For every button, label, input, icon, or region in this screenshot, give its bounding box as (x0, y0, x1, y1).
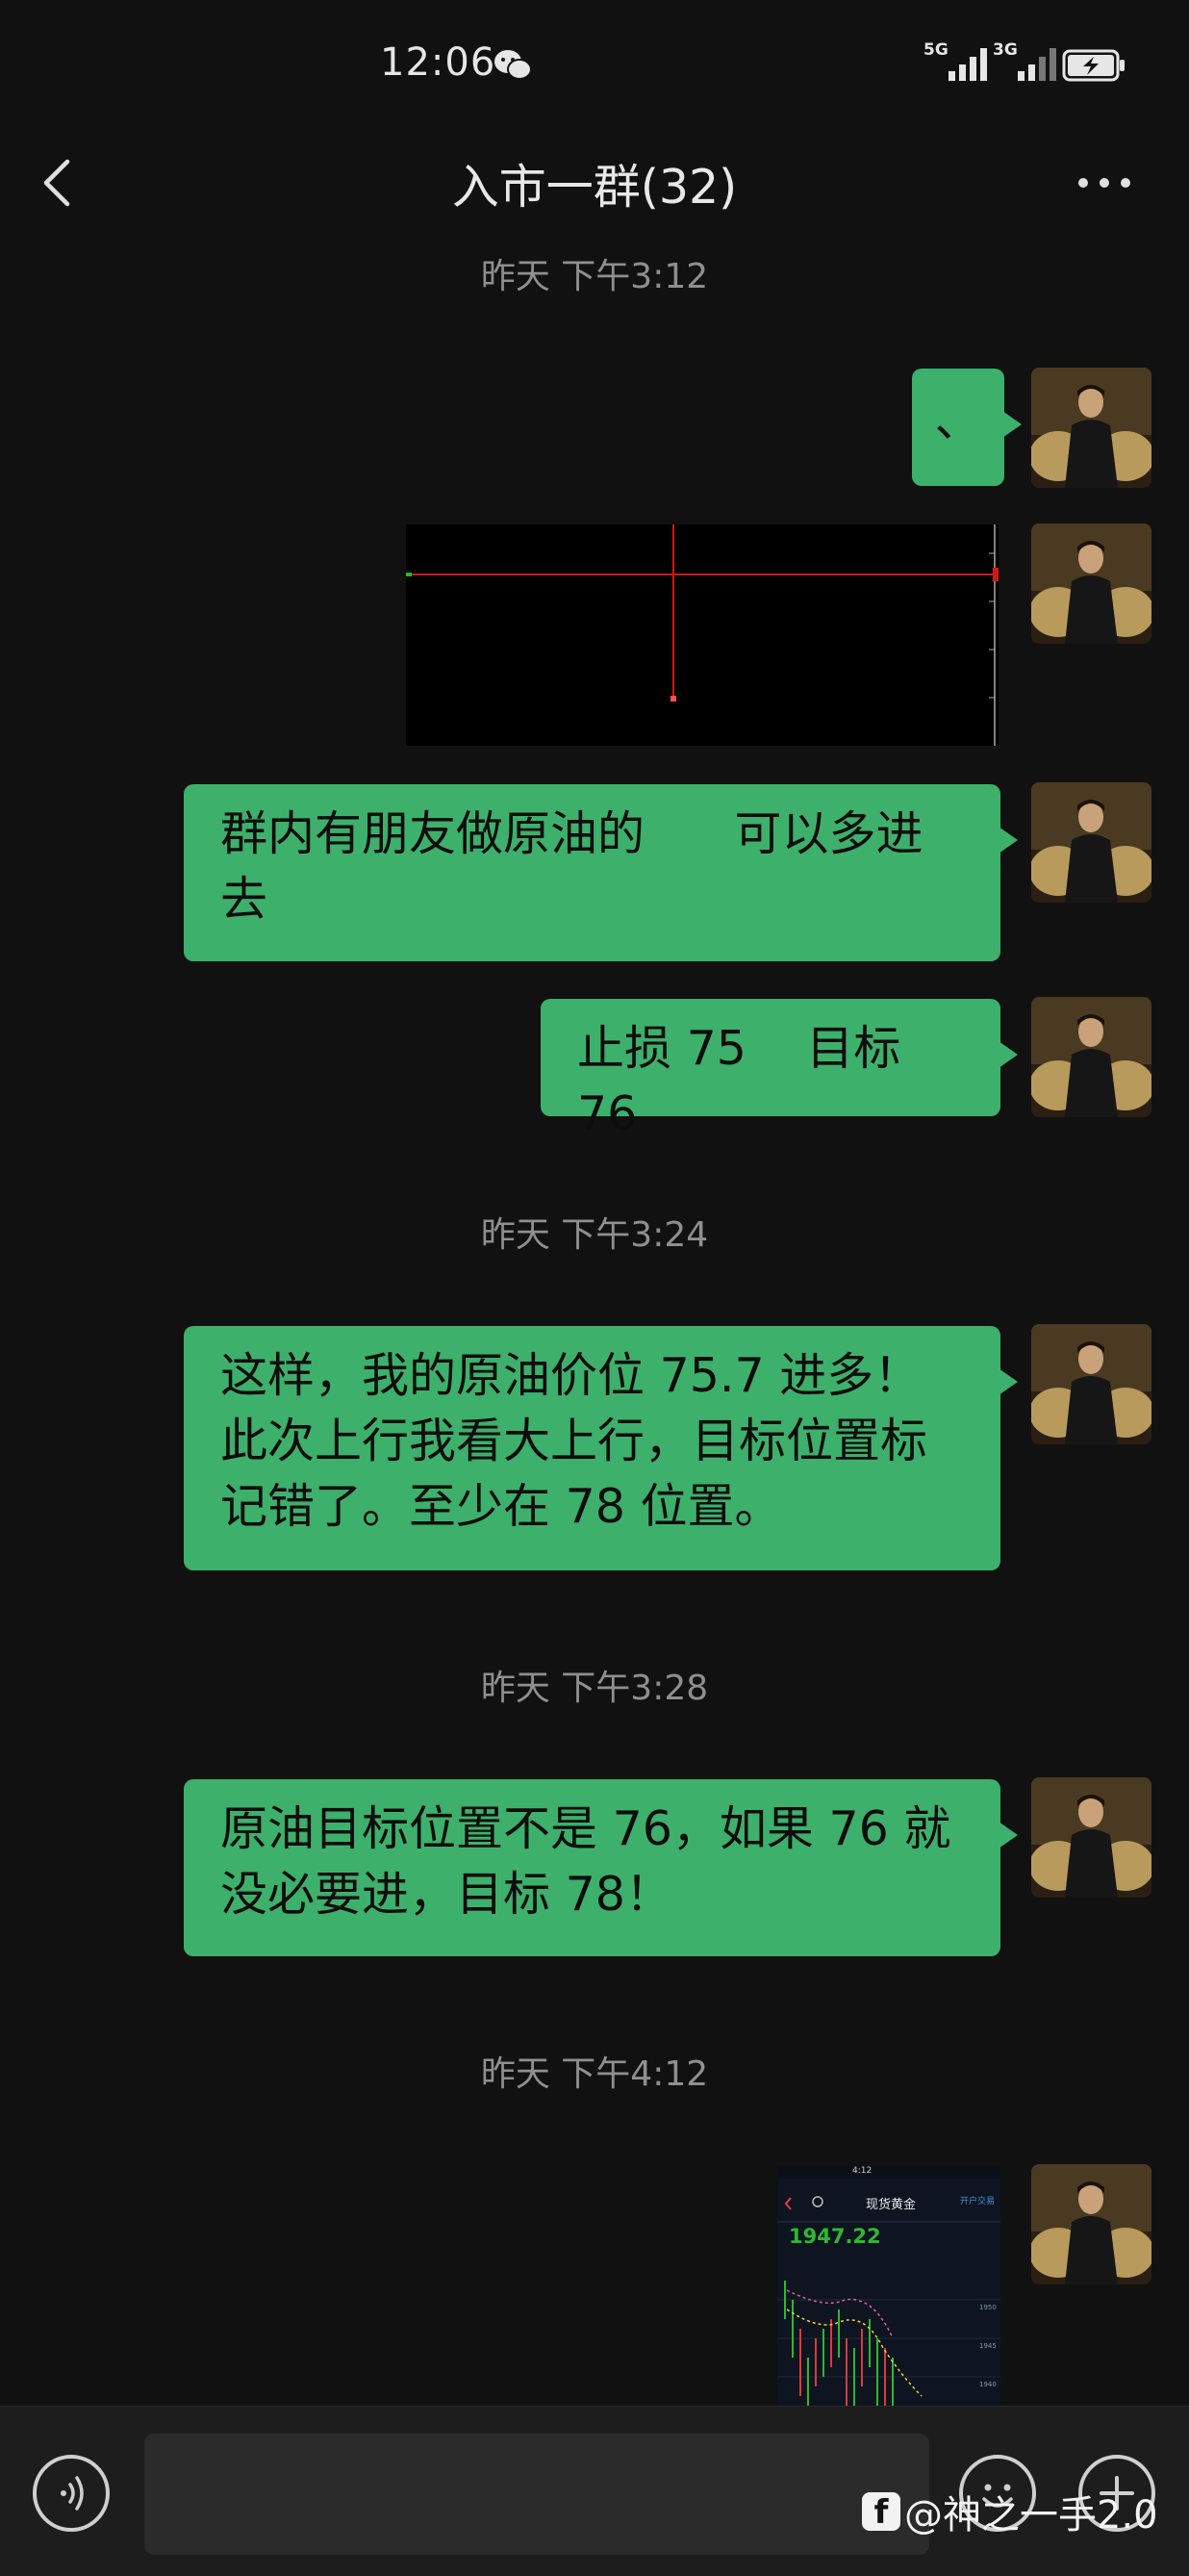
message-input[interactable] (144, 2434, 929, 2555)
watermark-text: @神之一手2.0 (904, 2493, 1158, 2538)
message-bubble[interactable]: 止损 75 目标 76 (541, 999, 1018, 1141)
signal-bars-icon (949, 48, 987, 81)
thumbnail-price: 1947.22 (789, 2225, 881, 2248)
avatar-image (1031, 2164, 1151, 2284)
avatar[interactable] (1031, 1324, 1151, 1444)
thumbnail-title: 现货黄金 (866, 2198, 917, 2212)
avatar-image (1031, 368, 1151, 488)
status-time: 12:06 (380, 40, 496, 85)
wechat-status-icon (494, 50, 532, 80)
chat-header: 入市一群(32) (0, 130, 1189, 236)
avatar[interactable] (1031, 997, 1151, 1117)
signal-bars-icon (1018, 48, 1056, 81)
avatar[interactable] (1031, 782, 1151, 903)
image-message-chart[interactable] (406, 524, 999, 746)
voice-icon (61, 2476, 84, 2511)
message-timestamp: 昨天 下午3:24 (480, 1215, 709, 1255)
svg-text:1945: 1945 (979, 2342, 997, 2350)
thumbnail-button: 开户交易 (960, 2197, 996, 2206)
avatar-image (1031, 1324, 1151, 1444)
avatar[interactable] (1031, 368, 1151, 488)
message-timestamp: 昨天 下午3:28 (480, 1669, 709, 1708)
svg-text:1940: 1940 (979, 2381, 997, 2388)
avatar[interactable] (1031, 2164, 1151, 2284)
message-timestamp: 昨天 下午4:12 (480, 2054, 709, 2094)
more-options-icon[interactable] (1074, 164, 1135, 202)
thumbnail-time: 4:12 (852, 2166, 873, 2176)
avatar-image (1031, 782, 1151, 903)
message-bubble[interactable]: 群内有朋友做原油的 可以多进去 (184, 784, 1018, 961)
avatar-image (1031, 997, 1151, 1117)
image-message-trading-app[interactable]: 1950 1945 1940 4:12 现货黄金 开户交易 1947.22 (777, 2165, 1000, 2406)
message-timestamp: 昨天 下午3:12 (480, 257, 709, 296)
message-bubble[interactable]: 这样，我的原油价位 75.7 进多！此次上行我看大上行，目标位置标记错了。至少在… (184, 1326, 1018, 1570)
signal-3g: 3G (993, 40, 1072, 83)
avatar-image (1031, 1777, 1151, 1898)
voice-input-button[interactable] (33, 2455, 110, 2532)
watermark: f @神之一手2.0 (862, 2487, 1158, 2538)
avatar[interactable] (1031, 523, 1151, 644)
svg-text:1950: 1950 (979, 2304, 997, 2311)
chart-image (406, 524, 999, 746)
battery-charging-icon (1062, 49, 1125, 82)
message-bubble[interactable]: 原油目标位置不是 76，如果 76 就没必要进，目标 78！ (184, 1779, 1018, 1956)
status-bar: 12:06 5G 3G (0, 0, 1189, 130)
signal-5g: 5G (923, 40, 1002, 83)
watermark-logo-icon: f (862, 2492, 900, 2532)
message-bubble[interactable]: 、 (912, 369, 1022, 486)
avatar[interactable] (1031, 1777, 1151, 1898)
avatar-image (1031, 523, 1151, 644)
chat-title: 入市一群(32) (451, 160, 738, 215)
